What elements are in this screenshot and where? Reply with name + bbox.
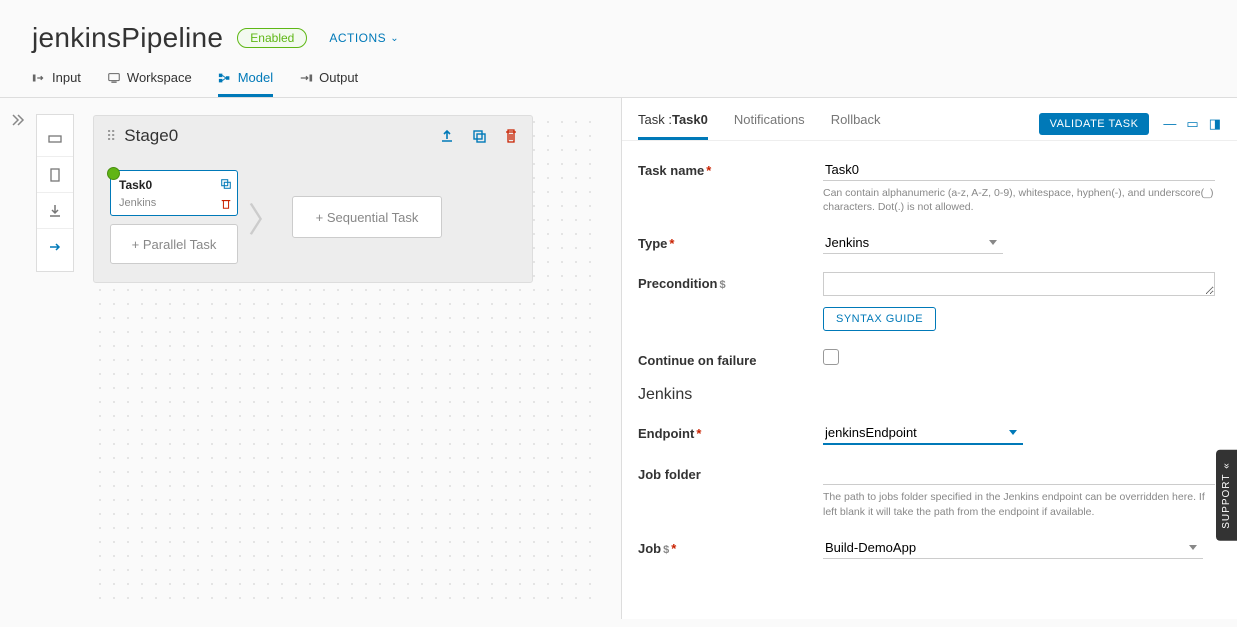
task-name: Task0 bbox=[119, 178, 229, 192]
label-job-folder: Job folder bbox=[638, 463, 823, 518]
copy-icon[interactable] bbox=[219, 177, 233, 191]
job-folder-input[interactable] bbox=[823, 463, 1215, 485]
task-name-input[interactable] bbox=[823, 159, 1215, 181]
label-continue: Continue on failure bbox=[638, 349, 823, 368]
job-folder-hint: The path to jobs folder specified in the… bbox=[823, 490, 1215, 518]
tab-prefix: Task : bbox=[638, 112, 672, 127]
stage-card: ⠿ Stage0 Task0 Jenkins bbox=[93, 115, 533, 283]
label-type: Type* bbox=[638, 232, 823, 254]
type-select[interactable]: Jenkins bbox=[823, 232, 1003, 254]
validate-task-button[interactable]: VALIDATE TASK bbox=[1039, 113, 1150, 135]
input-icon bbox=[32, 71, 46, 85]
label-precondition: Precondition$ bbox=[638, 272, 823, 331]
maximize-icon[interactable]: ◨ bbox=[1209, 116, 1221, 132]
label-job: Job$* bbox=[638, 537, 823, 559]
tab-label: Model bbox=[238, 70, 273, 85]
panel-tab-task[interactable]: Task :Task0 bbox=[638, 108, 708, 140]
tab-label: Input bbox=[52, 70, 81, 85]
task-panel: Task :Task0 Notifications Rollback VALID… bbox=[621, 98, 1237, 619]
add-parallel-task[interactable]: + Parallel Task bbox=[110, 224, 238, 264]
status-check-icon bbox=[107, 167, 120, 180]
stage-title: Stage0 bbox=[124, 126, 438, 146]
section-jenkins: Jenkins bbox=[638, 386, 1215, 404]
tab-label: Workspace bbox=[127, 70, 192, 85]
task-card[interactable]: Task0 Jenkins bbox=[110, 170, 238, 216]
restore-icon[interactable]: ▭ bbox=[1186, 116, 1198, 132]
workspace-icon bbox=[107, 71, 121, 85]
add-sequential-task[interactable]: + Sequential Task bbox=[292, 196, 442, 238]
tab-input[interactable]: Input bbox=[32, 64, 81, 97]
task-type: Jenkins bbox=[119, 197, 229, 209]
model-icon bbox=[218, 71, 232, 85]
support-label: SUPPORT bbox=[1221, 474, 1232, 529]
minimize-icon[interactable]: — bbox=[1163, 116, 1176, 132]
syntax-guide-button[interactable]: SYNTAX GUIDE bbox=[823, 307, 936, 331]
tab-output[interactable]: Output bbox=[299, 64, 358, 97]
tab-model[interactable]: Model bbox=[218, 64, 273, 97]
tool-arrow-icon[interactable] bbox=[37, 229, 73, 265]
endpoint-select[interactable]: jenkinsEndpoint bbox=[823, 422, 1023, 445]
continue-checkbox[interactable] bbox=[823, 349, 839, 365]
tool-rect-icon[interactable] bbox=[37, 121, 73, 157]
tab-task-name: Task0 bbox=[672, 112, 708, 127]
support-tab[interactable]: SUPPORT « bbox=[1216, 450, 1237, 541]
tool-page-icon[interactable] bbox=[37, 157, 73, 193]
connector-icon: 〉 bbox=[248, 193, 282, 242]
canvas-toolbar bbox=[36, 114, 74, 272]
support-icon: « bbox=[1221, 462, 1232, 469]
task-name-hint: Can contain alphanumeric (a-z, A-Z, 0-9)… bbox=[823, 186, 1215, 214]
drag-handle-icon[interactable]: ⠿ bbox=[106, 128, 114, 145]
upload-icon[interactable] bbox=[438, 127, 456, 145]
tab-workspace[interactable]: Workspace bbox=[107, 64, 192, 97]
trash-icon[interactable] bbox=[502, 127, 520, 145]
status-badge: Enabled bbox=[237, 28, 307, 48]
collapse-icon[interactable] bbox=[10, 112, 30, 132]
actions-menu[interactable]: ACTIONS ⌄ bbox=[329, 31, 399, 45]
actions-label: ACTIONS bbox=[329, 31, 386, 45]
chevron-down-icon: ⌄ bbox=[390, 33, 399, 44]
tab-label: Output bbox=[319, 70, 358, 85]
main-tabs: Input Workspace Model Output bbox=[0, 64, 1237, 98]
panel-tab-notifications[interactable]: Notifications bbox=[734, 108, 805, 140]
page-title: jenkinsPipeline bbox=[32, 22, 223, 54]
label-endpoint: Endpoint* bbox=[638, 422, 823, 445]
panel-tab-rollback[interactable]: Rollback bbox=[831, 108, 881, 140]
output-icon bbox=[299, 71, 313, 85]
tool-download-icon[interactable] bbox=[37, 193, 73, 229]
copy-icon[interactable] bbox=[470, 127, 488, 145]
trash-icon[interactable] bbox=[219, 197, 233, 211]
job-select[interactable]: Build-DemoApp bbox=[823, 537, 1203, 559]
label-task-name: Task name* bbox=[638, 159, 823, 214]
precondition-input[interactable] bbox=[823, 272, 1215, 296]
